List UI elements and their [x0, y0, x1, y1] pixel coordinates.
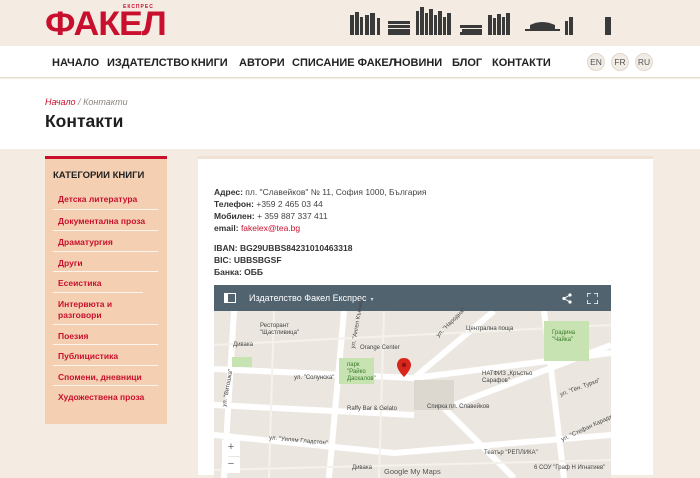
- iban-text: IBAN: BG29UBBS84231010463318: [214, 243, 353, 253]
- site-logo[interactable]: ЕКСПРЕС ФАКЕЛ: [45, 4, 167, 42]
- phone-value: +359 2 465 03 44: [254, 199, 323, 209]
- page-title: Контакти: [45, 111, 124, 131]
- share-icon[interactable]: [562, 293, 572, 304]
- map-label: Дивака: [352, 465, 372, 471]
- map-label: Спирка пл. Славейков: [427, 404, 490, 410]
- contact-content: Адрес: пл. "Славейков" № 11, София 1000,…: [198, 156, 653, 478]
- category-link[interactable]: Документална проза: [53, 209, 158, 227]
- phone-label: Телефон:: [214, 199, 254, 209]
- nav-item-books[interactable]: КНИГИ: [191, 57, 228, 69]
- category-link[interactable]: Драматургия: [53, 230, 158, 248]
- category-link[interactable]: Спомени, дневници: [53, 365, 158, 383]
- language-en-button[interactable]: EN: [587, 53, 605, 71]
- nav-item-blog[interactable]: БЛОГ: [452, 57, 482, 69]
- sidebar-toggle-icon[interactable]: [224, 293, 236, 303]
- map-label: Дивака: [233, 342, 253, 348]
- category-sidebar: КАТЕГОРИИ КНИГИ Детска литература Докуме…: [45, 156, 167, 424]
- email-line: email: fakelex@tea.bg: [214, 222, 300, 234]
- map-label: Театър "РЕПЛИКА": [484, 450, 538, 456]
- category-link[interactable]: Поезия: [53, 324, 158, 342]
- bic-text: BIC: UBBSBGSF: [214, 255, 282, 265]
- mobile-value: + 359 887 337 411: [254, 211, 328, 221]
- map-label: ул. "Солунска": [294, 375, 335, 381]
- main-navigation: НАЧАЛО ИЗДАТЕЛСТВО КНИГИ АВТОРИ СПИСАНИЕ…: [0, 46, 700, 78]
- bic-line: BIC: UBBSBGSF: [214, 254, 282, 266]
- map-label: парк "Райко Даскалов": [347, 362, 376, 382]
- zoom-in-button[interactable]: +: [222, 440, 240, 456]
- top-band: ЕКСПРЕС ФАКЕЛ: [0, 0, 700, 46]
- breadcrumb-separator: /: [75, 97, 84, 107]
- breadcrumb: Начало / Контакти: [45, 97, 128, 107]
- fullscreen-icon[interactable]: [587, 293, 598, 304]
- map-label: Градина "Чайка": [552, 330, 576, 343]
- bank-line: Банка: ОББ: [214, 266, 263, 278]
- email-label: email:: [214, 223, 239, 233]
- map-label: Orange Center: [360, 345, 400, 351]
- iban-line: IBAN: BG29UBBS84231010463318: [214, 242, 352, 254]
- map-label: 6 СОУ "Граф Н Игнатиев": [534, 465, 606, 471]
- address-value: пл. "Славейков" № 11, София 1000, Българ…: [242, 187, 427, 197]
- map-streets: [214, 285, 611, 478]
- phone-line: Телефон: +359 2 465 03 44: [214, 198, 323, 210]
- map-title: Издателство Факел Експрес ▾: [249, 293, 374, 303]
- category-link[interactable]: Есеистика: [53, 271, 158, 289]
- sidebar-heading: КАТЕГОРИИ КНИГИ: [53, 170, 145, 181]
- map-label: Ресторант "Щастливица": [260, 323, 300, 336]
- language-ru-button[interactable]: RU: [635, 53, 653, 71]
- zoom-out-button[interactable]: −: [222, 457, 240, 473]
- nav-item-home[interactable]: НАЧАЛО: [52, 57, 99, 69]
- breadcrumb-home-link[interactable]: Начало: [45, 97, 76, 107]
- nav-item-news[interactable]: НОВИНИ: [394, 57, 442, 69]
- address-label: Адрес:: [214, 187, 243, 197]
- category-link[interactable]: Детска литература: [53, 188, 158, 205]
- mobile-label: Мобилен:: [214, 211, 255, 221]
- map-title-bar: Издателство Факел Експрес ▾: [214, 285, 611, 311]
- map-label: Централна поща: [466, 326, 514, 332]
- embedded-map[interactable]: Издателство Факел Експрес ▾ Ресторант "Ща…: [214, 285, 611, 478]
- email-link[interactable]: fakelex@tea.bg: [239, 223, 300, 233]
- address-line: Адрес: пл. "Славейков" № 11, София 1000,…: [214, 186, 427, 198]
- bank-text: Банка: ОББ: [214, 267, 263, 277]
- category-link[interactable]: Публицистика: [53, 344, 158, 362]
- category-link[interactable]: Други: [53, 251, 158, 269]
- nav-item-publisher[interactable]: ИЗДАТЕЛСТВО: [107, 57, 189, 69]
- category-link[interactable]: Художествена проза: [53, 385, 158, 403]
- map-label: НАТФИЗ „Кръстьо Сарафов": [482, 371, 533, 384]
- nav-item-magazine[interactable]: СПИСАНИЕ ФАКЕЛ: [292, 57, 396, 69]
- nav-item-authors[interactable]: АВТОРИ: [239, 57, 285, 69]
- logo-wordmark: ФАКЕЛ: [45, 5, 167, 43]
- breadcrumb-current: Контакти: [83, 97, 128, 107]
- nav-item-contacts[interactable]: КОНТАКТИ: [492, 57, 551, 69]
- page-header: Начало / Контакти Контакти: [0, 79, 700, 149]
- category-link[interactable]: Интервюта и разговори: [53, 292, 143, 321]
- bookshelf-illustration: [350, 7, 611, 35]
- language-fr-button[interactable]: FR: [611, 53, 629, 71]
- mobile-line: Мобилен: + 359 887 337 411: [214, 210, 328, 222]
- map-label: Raffy Bar & Gelato: [347, 406, 397, 412]
